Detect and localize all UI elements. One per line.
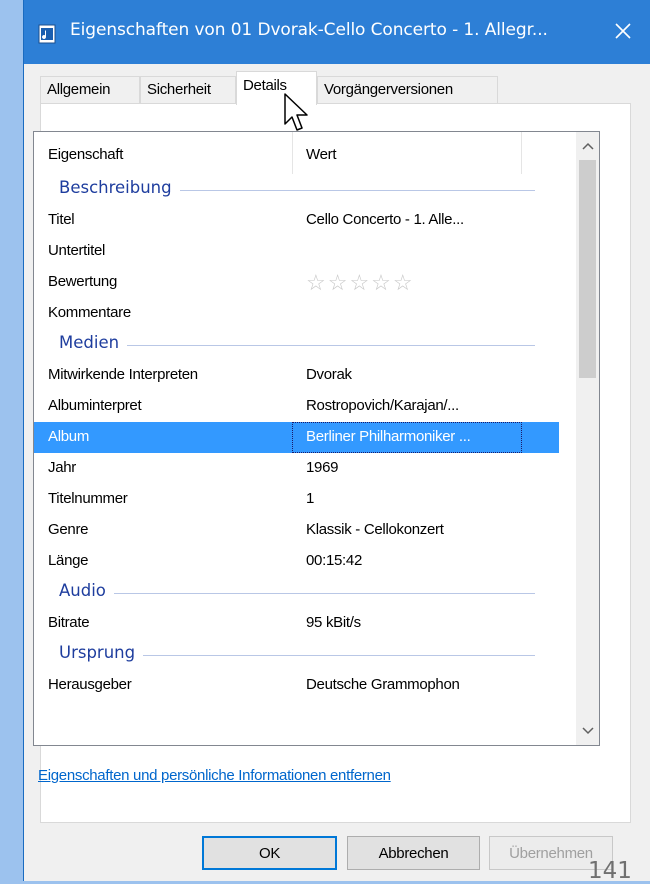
property-list[interactable]: Eigenschaft Wert Beschreibung Titel Cell… [33, 131, 600, 746]
tab-sicherheit[interactable]: Sicherheit [140, 76, 236, 103]
property-name: Titel [48, 211, 75, 228]
group-divider [59, 345, 535, 346]
rating-stars[interactable]: ☆☆☆☆☆ [306, 270, 415, 296]
property-value[interactable]: 1 [306, 490, 314, 507]
group-label: Ursprung [59, 643, 144, 662]
property-name: Album [48, 428, 90, 445]
page-number: 141 [588, 858, 632, 884]
property-value[interactable]: Deutsche Grammophon [306, 676, 460, 693]
list-item-jahr[interactable]: Jahr 1969 [34, 453, 559, 484]
tab-allgemein[interactable]: Allgemein [40, 76, 140, 103]
list-item-albuminterpret[interactable]: Albuminterpret Rostropovich/Karajan/... [34, 391, 559, 422]
property-name: Kommentare [48, 304, 131, 321]
list-rows: Beschreibung Titel Cello Concerto - 1. A… [34, 174, 559, 701]
list-item-genre[interactable]: Genre Klassik - Cellokonzert [34, 515, 559, 546]
scroll-down-icon[interactable] [576, 717, 599, 745]
group-heading-beschreibung: Beschreibung [34, 174, 559, 205]
list-item-herausgeber[interactable]: Herausgeber Deutsche Grammophon [34, 670, 559, 701]
list-item-titelnummer[interactable]: Titelnummer 1 [34, 484, 559, 515]
group-label: Beschreibung [59, 178, 180, 197]
scroll-up-icon[interactable] [576, 132, 599, 160]
group-heading-ursprung: Ursprung [34, 639, 559, 670]
mouse-pointer-icon [282, 92, 310, 136]
list-item-bitrate[interactable]: Bitrate 95 kBit/s [34, 608, 559, 639]
property-name: Jahr [48, 459, 76, 476]
ok-button[interactable]: OK [202, 836, 337, 870]
property-name: Bewertung [48, 273, 118, 290]
group-heading-medien: Medien [34, 329, 559, 360]
cancel-button[interactable]: Abbrechen [347, 836, 480, 870]
list-item-untertitel[interactable]: Untertitel [34, 236, 559, 267]
group-divider [59, 593, 535, 594]
title-bar[interactable]: Eigenschaften von 01 Dvorak-Cello Concer… [24, 0, 650, 64]
property-value[interactable]: 95 kBit/s [306, 614, 361, 631]
tab-strip: Allgemein Sicherheit Details Vorgängerve… [24, 64, 650, 105]
vertical-scrollbar[interactable] [576, 132, 599, 745]
list-item-kommentare[interactable]: Kommentare [34, 298, 559, 329]
property-name: Herausgeber [48, 676, 132, 693]
list-item-bewertung[interactable]: Bewertung ☆☆☆☆☆ [34, 267, 559, 298]
scrollbar-thumb[interactable] [579, 160, 596, 378]
close-icon[interactable] [606, 14, 640, 48]
column-divider[interactable] [292, 132, 293, 174]
property-name: Länge [48, 552, 89, 569]
column-divider[interactable] [521, 132, 522, 174]
property-value[interactable]: 00:15:42 [306, 552, 362, 569]
list-header: Eigenschaft Wert [34, 132, 559, 174]
tab-vorgaengerversionen[interactable]: Vorgängerversionen [317, 76, 498, 103]
property-value[interactable]: Dvorak [306, 366, 352, 383]
group-label: Audio [59, 581, 114, 600]
file-icon [38, 24, 56, 44]
group-heading-audio: Audio [34, 577, 559, 608]
property-name: Albuminterpret [48, 397, 142, 414]
property-value[interactable]: Rostropovich/Karajan/... [306, 397, 459, 414]
property-name: Bitrate [48, 614, 90, 631]
group-label: Medien [59, 333, 128, 352]
list-item-titel[interactable]: Titel Cello Concerto - 1. Alle... [34, 205, 559, 236]
window-title: Eigenschaften von 01 Dvorak-Cello Concer… [70, 20, 548, 40]
property-name: Mitwirkende Interpreten [48, 366, 198, 383]
list-item-laenge[interactable]: Länge 00:15:42 [34, 546, 559, 577]
list-item-interpreten[interactable]: Mitwirkende Interpreten Dvorak [34, 360, 559, 391]
remove-properties-link[interactable]: Eigenschaften und persönliche Informatio… [38, 767, 391, 784]
property-value[interactable]: Berliner Philharmoniker ... [306, 428, 471, 445]
property-value[interactable]: Cello Concerto - 1. Alle... [306, 211, 464, 228]
property-value[interactable]: 1969 [306, 459, 338, 476]
property-value[interactable]: Klassik - Cellokonzert [306, 521, 444, 538]
list-item-album[interactable]: Album Berliner Philharmoniker ... [34, 422, 559, 453]
property-name: Untertitel [48, 242, 106, 259]
property-name: Genre [48, 521, 89, 538]
column-header-value[interactable]: Wert [306, 146, 337, 163]
column-header-property[interactable]: Eigenschaft [48, 146, 123, 163]
property-name: Titelnummer [48, 490, 128, 507]
